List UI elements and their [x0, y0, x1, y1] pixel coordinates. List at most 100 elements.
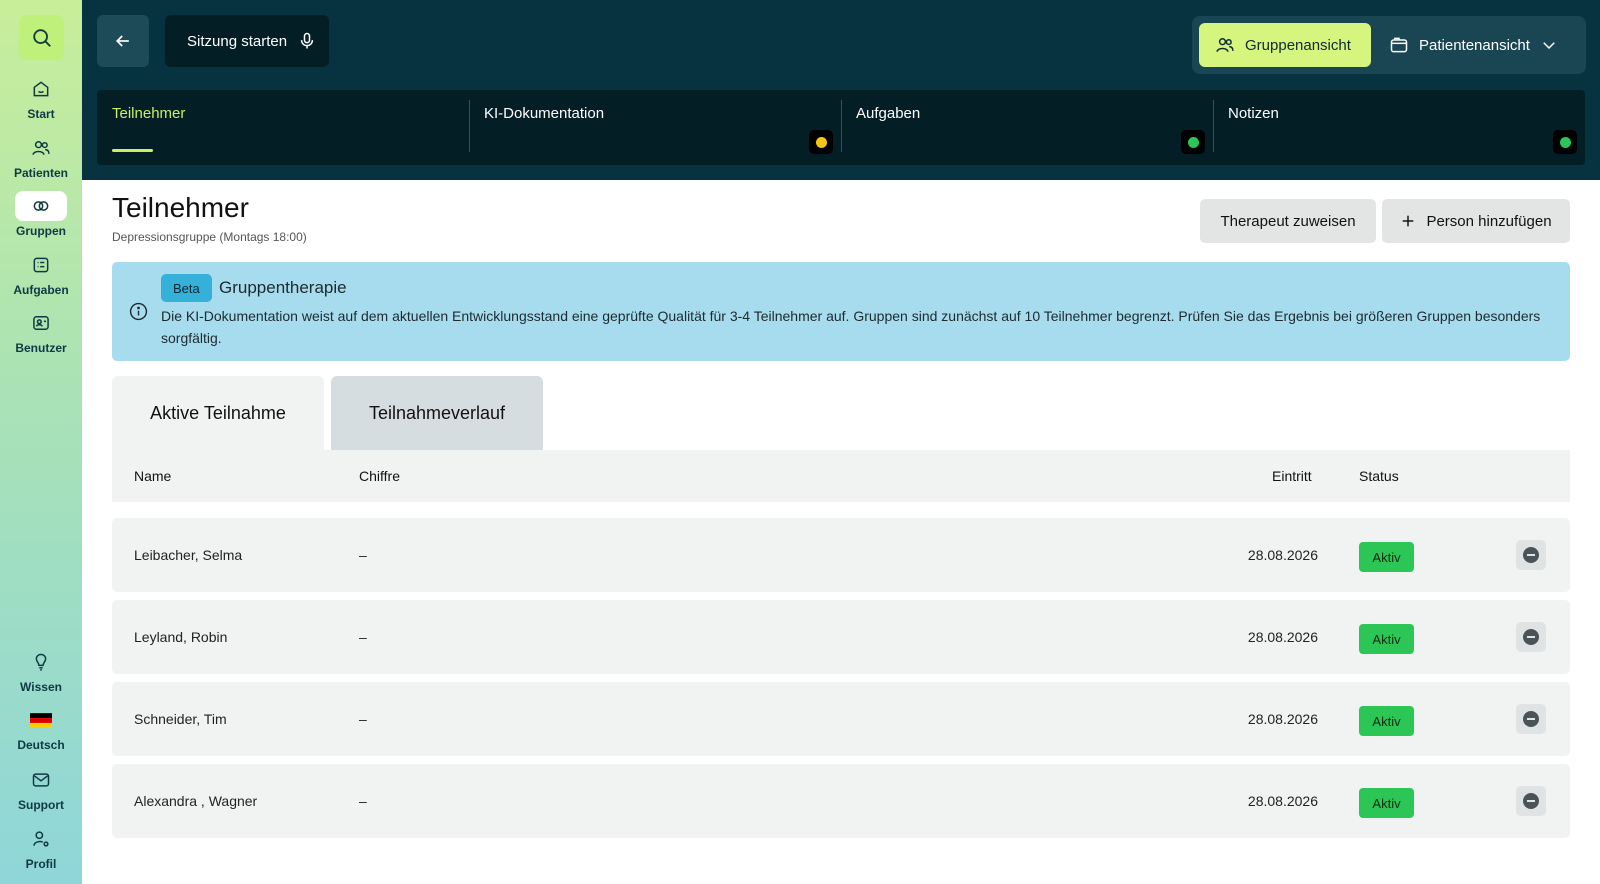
sidebar-item-benutzer[interactable]: Benutzer	[0, 308, 82, 364]
column-header-status: Status	[1359, 468, 1399, 484]
sidebar-item-support[interactable]: Support	[0, 765, 82, 821]
status-indicator	[1181, 130, 1205, 154]
sidebar-item-label: Wissen	[20, 680, 62, 694]
tab-ki-dokumentation[interactable]: KI-Dokumentation	[469, 90, 841, 165]
remove-participant-button[interactable]	[1516, 704, 1546, 734]
status-badge: Aktiv	[1359, 542, 1414, 572]
participant-name: Leibacher, Selma	[134, 547, 243, 563]
participant-name: Leyland, Robin	[134, 629, 228, 645]
sidebar-item-wissen[interactable]: Wissen	[0, 647, 82, 703]
sidebar-item-deutsch[interactable]: Deutsch	[0, 705, 82, 761]
participant-chiffre: –	[359, 629, 367, 645]
info-icon	[129, 302, 148, 321]
beta-info-banner: Beta Gruppentherapie Die KI-Dokumentatio…	[112, 262, 1570, 361]
tab-notizen[interactable]: Notizen	[1213, 90, 1585, 165]
start-session-button[interactable]: Sitzung starten	[165, 15, 329, 67]
tab-teilnehmer[interactable]: Teilnehmer	[97, 90, 469, 165]
minus-circle-icon	[1523, 711, 1539, 727]
remove-participant-button[interactable]	[1516, 622, 1546, 652]
sidebar-item-label: Benutzer	[15, 341, 67, 355]
page-subtitle: Depressionsgruppe (Montags 18:00)	[112, 230, 307, 244]
sidebar-item-gruppen[interactable]: Gruppen	[0, 191, 82, 247]
remove-participant-button[interactable]	[1516, 786, 1546, 816]
tab-participation-history[interactable]: Teilnahmeverlauf	[331, 376, 543, 450]
participant-entry-date: 28.08.2026	[1247, 629, 1318, 645]
remove-participant-button[interactable]	[1516, 540, 1546, 570]
lightbulb-icon	[15, 647, 67, 677]
sidebar-item-label: Start	[27, 107, 55, 121]
participant-entry-date: 28.08.2026	[1247, 547, 1318, 563]
status-badge: Aktiv	[1359, 624, 1414, 654]
page-title: Teilnehmer	[112, 192, 249, 223]
participant-chiffre: –	[359, 711, 367, 727]
sidebar-item-label: Patienten	[13, 166, 68, 180]
tab-active-participation[interactable]: Aktive Teilnahme	[112, 376, 324, 450]
table-row[interactable]: Leibacher, Selma – 28.08.2026 Aktiv	[112, 518, 1570, 592]
chevron-down-icon	[1543, 42, 1555, 50]
tab-label: Teilnehmer	[112, 105, 186, 122]
banner-title: Gruppentherapie	[219, 278, 347, 297]
view-switch: Gruppenansicht Patientenansicht	[1192, 16, 1586, 74]
users-icon	[15, 133, 67, 163]
beta-badge: Beta	[161, 274, 212, 302]
status-badge: Aktiv	[1359, 706, 1414, 736]
tab-label: Notizen	[1228, 105, 1279, 122]
participant-chiffre: –	[359, 793, 367, 809]
banner-text: Die KI-Dokumentation weist auf dem aktue…	[161, 308, 1541, 346]
home-icon	[15, 74, 67, 104]
user-card-icon	[15, 308, 67, 338]
sidebar-item-label: Profil	[25, 857, 57, 871]
sidebar-item-patienten[interactable]: Patienten	[0, 133, 82, 189]
tab-label: Aufgaben	[856, 105, 921, 122]
plus-icon	[1403, 215, 1414, 227]
sidebar-item-start[interactable]: Start	[0, 74, 82, 130]
back-button[interactable]	[97, 15, 149, 67]
sidebar-item-label: Deutsch	[17, 738, 65, 752]
group-view-label: Gruppenansicht	[1245, 36, 1351, 54]
participant-name: Alexandra , Wagner	[134, 793, 258, 809]
users-icon	[1216, 38, 1234, 52]
folder-icon	[1390, 37, 1408, 53]
add-person-button[interactable]: Person hinzufügen	[1382, 199, 1570, 243]
microphone-icon	[300, 32, 314, 49]
sidebar-item-label: Gruppen	[16, 224, 66, 238]
active-tab-indicator	[112, 149, 153, 152]
german-flag-icon	[15, 705, 67, 735]
participant-entry-date: 28.08.2026	[1247, 711, 1318, 727]
sidebar: Start Patienten Gruppen Aufgaben Benutze…	[0, 0, 82, 884]
sidebar-item-aufgaben[interactable]: Aufgaben	[0, 250, 82, 306]
subtab-label: Aktive Teilnahme	[150, 402, 286, 423]
sidebar-item-label: Aufgaben	[13, 283, 69, 297]
sidebar-item-label: Support	[18, 798, 64, 812]
section-tabs: Teilnehmer KI-Dokumentation Aufgaben Not…	[97, 90, 1585, 165]
start-session-label: Sitzung starten	[187, 32, 288, 50]
profile-icon	[15, 824, 67, 854]
table-row[interactable]: Schneider, Tim – 28.08.2026 Aktiv	[112, 682, 1570, 756]
tab-aufgaben[interactable]: Aufgaben	[841, 90, 1213, 165]
sidebar-item-profil[interactable]: Profil	[0, 824, 82, 880]
tab-label: KI-Dokumentation	[484, 105, 605, 122]
header: Sitzung starten Gruppenansicht Patienten…	[82, 0, 1600, 180]
participant-entry-date: 28.08.2026	[1247, 793, 1318, 809]
table-row[interactable]: Leyland, Robin – 28.08.2026 Aktiv	[112, 600, 1570, 674]
participant-name: Schneider, Tim	[134, 711, 227, 727]
participant-chiffre: –	[359, 547, 367, 563]
status-indicator	[1553, 130, 1577, 154]
status-indicator	[809, 130, 833, 154]
column-header-name: Name	[134, 468, 172, 484]
assign-therapist-button[interactable]: Therapeut zuweisen	[1200, 199, 1376, 243]
group-view-button[interactable]: Gruppenansicht	[1199, 23, 1371, 67]
table-header: Name Chiffre Eintritt Status	[112, 450, 1570, 502]
column-header-chiffre: Chiffre	[359, 468, 400, 484]
tasks-icon	[15, 250, 67, 280]
patient-view-dropdown[interactable]: Patientenansicht	[1389, 23, 1574, 67]
arrow-left-icon	[115, 35, 129, 47]
search-button[interactable]	[19, 15, 64, 60]
table-row[interactable]: Alexandra , Wagner – 28.08.2026 Aktiv	[112, 764, 1570, 838]
assign-therapist-label: Therapeut zuweisen	[1220, 212, 1356, 230]
minus-circle-icon	[1523, 793, 1539, 809]
subtab-label: Teilnahmeverlauf	[368, 402, 506, 423]
patient-view-label: Patientenansicht	[1419, 36, 1530, 54]
groups-icon	[15, 191, 67, 221]
mail-icon	[15, 765, 67, 795]
